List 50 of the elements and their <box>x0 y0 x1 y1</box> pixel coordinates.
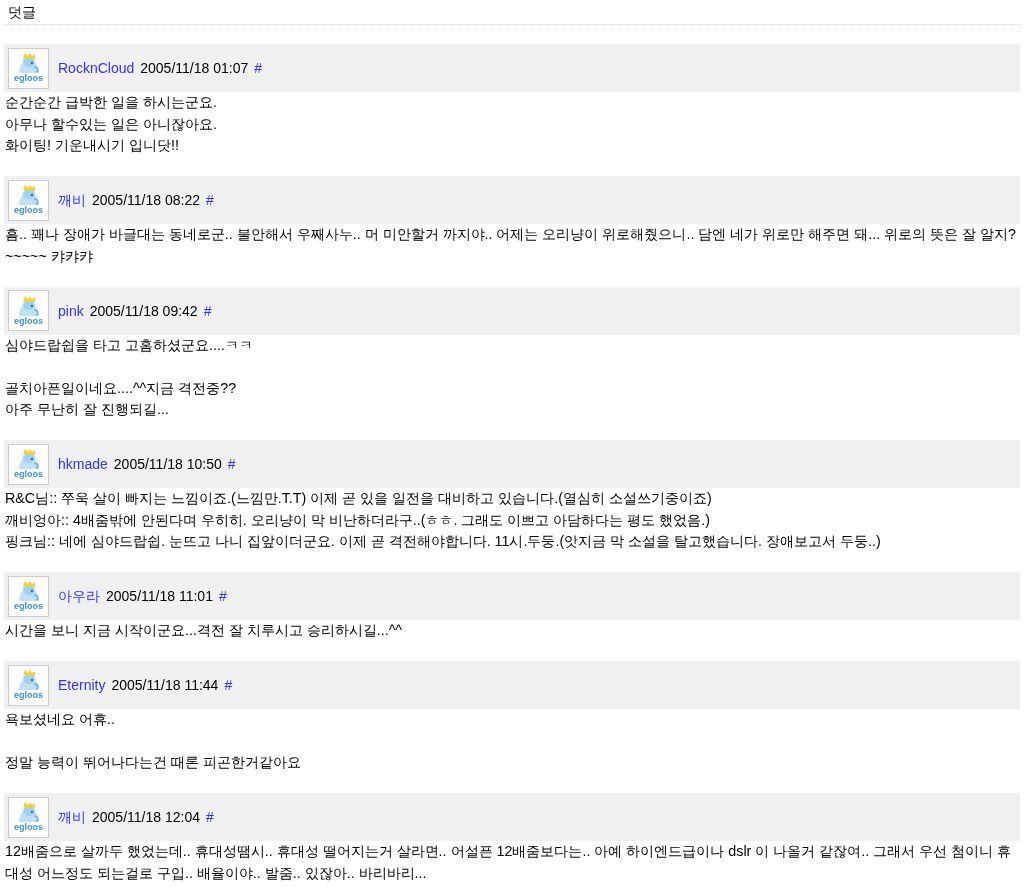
mascot-icon <box>16 581 41 601</box>
author-link[interactable]: Eternity <box>58 675 106 695</box>
mascot-icon <box>16 295 41 316</box>
logo-text: egloos <box>14 690 43 700</box>
comment-text: 핑크님:: 네에 심야드랍쉽. 눈뜨고 나니 집앞이더군요. 이제 곧 격전해야합니다. 11시.두둥.(앗지금 막 소설을 탈고했습니다. 장애보고서 두둥..) <box>5 532 882 551</box>
comment-text: 골치아픈일이네요....^^지금 격전중?? <box>5 378 238 398</box>
author-link[interactable]: pink <box>58 300 84 321</box>
comment-date: 2005/11/18 12:04 <box>92 808 200 827</box>
comment-text: 화이팅! 기운내시기 입니닷!! <box>5 136 180 155</box>
logo-text: egloos <box>14 315 43 326</box>
logo-text: egloos <box>14 822 43 832</box>
comment-text: 깨비엉아:: 4배줌밖에 안된다며 우히히. 오리냥이 막 비난하더라구..(ㅎㅎ. 그래도 이쁘고 아담하다는 평도 했었음.) <box>5 510 711 530</box>
author-link[interactable]: 아우라 <box>58 586 100 606</box>
logo-text: egloos <box>14 73 43 83</box>
comment-text: 흠.. 꽤나 장애가 바글대는 동네로군.. 불안해서 우째사누.. 머 미안할거 까지야.. 어제는 오리냥이 위로해줬으니.. 담엔 네가 위로만 해주면 돼... 위로의 뜻은 잘 알지?~~~~~ 캬캬캬 <box>5 225 1017 266</box>
comment-date: 2005/11/18 09:42 <box>89 301 198 321</box>
permalink-link[interactable]: # <box>218 586 227 606</box>
permalink-link[interactable]: # <box>224 675 233 695</box>
author-link[interactable]: 깨비 <box>58 807 86 827</box>
permalink-link[interactable]: # <box>227 454 236 474</box>
comment-date: 2005/11/18 01:07 <box>140 59 249 78</box>
logo-text: egloos <box>14 601 43 611</box>
comment-date: 2005/11/18 11:44 <box>111 676 219 695</box>
mascot-icon <box>16 53 41 73</box>
permalink-link[interactable]: # <box>205 807 214 827</box>
logo-text: egloos <box>14 469 43 479</box>
mascot-icon <box>16 802 41 822</box>
comment-text: 시간을 보니 지금 시작이군요...격전 잘 치루시고 승리하시길...^^ <box>5 621 404 640</box>
permalink-link[interactable]: # <box>254 58 262 78</box>
mascot-icon <box>16 670 41 690</box>
author-link[interactable]: RocknCloud <box>58 58 135 78</box>
permalink-link[interactable]: # <box>205 190 214 210</box>
author-link[interactable]: 깨비 <box>58 190 86 210</box>
logo-text: egloos <box>14 205 43 215</box>
comment-text: 아주 무난히 잘 진행되길... <box>5 400 170 419</box>
comment-text: 심야드랍쉽을 타고 고홈하셨군요....ㅋㅋ <box>5 335 254 355</box>
permalink-link[interactable]: # <box>203 300 212 321</box>
comment-text: 정말 능력이 뛰어나다는건 때론 피곤한거같아요 <box>5 753 302 772</box>
comment-text: 12배줌으로 살까두 했었는데.. 휴대성땜시.. 휴대성 떨어지는거 살라면.. 어설픈 12배줌보다는.. 아예 하이엔드급이나 dslr 이 나올거 같잖여.. 그래서 우선 첨이니 휴대성 어느정도 되는걸로 구입.. 배율이야.. 발줌.. 있잖아.. 바리바리... <box>5 842 1013 883</box>
comment-text: R&C님:: 쭈욱 살이 빠지는 느낌이죠.(느낌만.T.T) 이제 곧 있을 일전을 대비하고 있습니다.(열심히 소설쓰기중이죠) <box>5 489 713 508</box>
mascot-icon <box>16 449 41 469</box>
section-title: 덧글 <box>7 3 36 22</box>
author-link[interactable]: hkmade <box>58 454 108 474</box>
comment-text: 욕보셨네요 어휴.. <box>5 710 116 729</box>
comment-date: 2005/11/18 10:50 <box>113 455 222 474</box>
comment-date: 2005/11/18 08:22 <box>92 191 200 210</box>
comment-date: 2005/11/18 11:01 <box>106 587 213 606</box>
mascot-icon <box>16 185 41 205</box>
comment-text: 순간순간 급박한 일을 하시는군요. <box>5 93 218 112</box>
comment-text: 아무나 할수있는 일은 아니잖아요. <box>5 114 218 134</box>
